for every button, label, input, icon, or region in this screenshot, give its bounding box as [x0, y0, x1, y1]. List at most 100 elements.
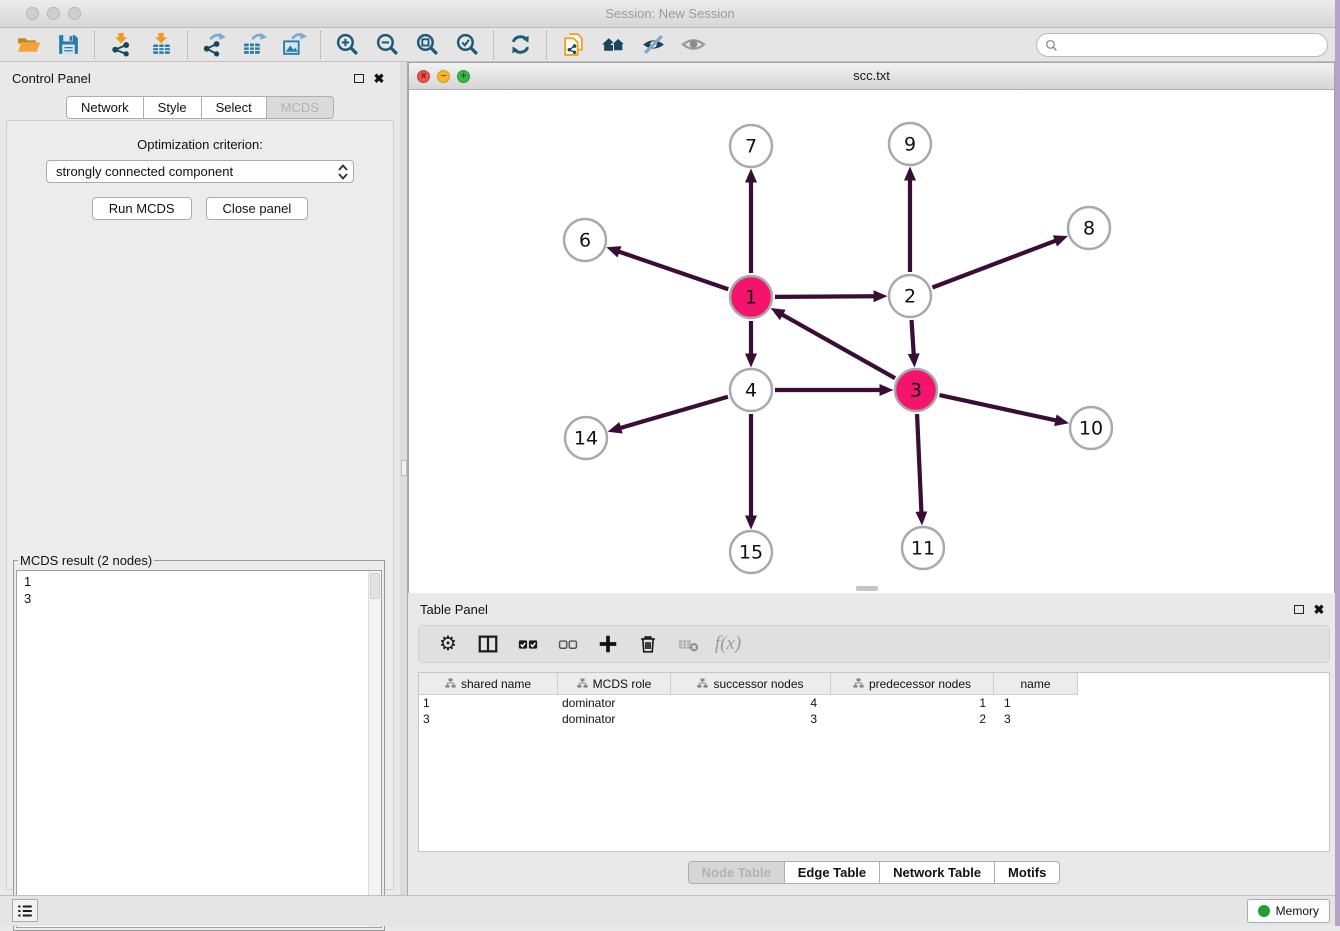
- hide-graphics-button[interactable]: [638, 31, 668, 59]
- result-scrollbar[interactable]: [368, 571, 381, 927]
- tab-edge-table[interactable]: Edge Table: [785, 861, 880, 884]
- graph-node-10[interactable]: 10: [1070, 407, 1112, 449]
- refresh-button[interactable]: [505, 31, 535, 59]
- minimize-window-icon[interactable]: [47, 7, 60, 20]
- graph-node-9[interactable]: 9: [889, 123, 931, 165]
- canvas-scrollbar-handle[interactable]: [856, 586, 878, 591]
- zoom-in-button[interactable]: [332, 31, 362, 59]
- column-header-successor-nodes[interactable]: successor nodes: [671, 673, 831, 695]
- table-settings-button[interactable]: ⚙: [433, 629, 463, 659]
- graph-node-8[interactable]: 8: [1068, 207, 1110, 249]
- graph-node-2[interactable]: 2: [889, 275, 931, 317]
- graph-edge-3-11[interactable]: [917, 414, 921, 513]
- cell-name[interactable]: 1: [994, 695, 1078, 711]
- column-header-mcds-role[interactable]: MCDS role: [558, 673, 671, 695]
- graph-edge-3-10[interactable]: [939, 395, 1056, 420]
- cell-mcds-role[interactable]: dominator: [558, 711, 671, 727]
- network-overview-button[interactable]: [558, 31, 588, 59]
- cell-shared-name[interactable]: 3: [419, 711, 558, 727]
- create-column-button[interactable]: [593, 629, 623, 659]
- graph-node-11[interactable]: 11: [902, 527, 944, 569]
- export-network-button[interactable]: [199, 31, 229, 59]
- export-table-button[interactable]: [239, 31, 269, 59]
- graph-node-7[interactable]: 7: [730, 125, 772, 167]
- mcds-result-list[interactable]: 1 3: [16, 570, 382, 928]
- deselect-all-columns-button[interactable]: [553, 629, 583, 659]
- tab-style[interactable]: Style: [144, 96, 202, 119]
- toolbar-separator: [187, 31, 188, 59]
- cell-predecessor-nodes[interactable]: 2: [831, 711, 994, 727]
- column-header-shared-name[interactable]: shared name: [419, 673, 558, 695]
- result-item: 1: [24, 573, 381, 590]
- close-table-panel-button[interactable]: ✖: [1310, 600, 1328, 618]
- graph-node-3[interactable]: 3: [895, 369, 937, 411]
- tab-select[interactable]: Select: [202, 96, 267, 119]
- cell-mcds-role[interactable]: dominator: [558, 695, 671, 711]
- show-columns-button[interactable]: [473, 629, 503, 659]
- zoom-out-button[interactable]: [372, 31, 402, 59]
- close-panel-push-button[interactable]: Close panel: [206, 197, 309, 220]
- network-window-titlebar[interactable]: × − + scc.txt: [409, 63, 1334, 90]
- close-network-icon[interactable]: ×: [417, 70, 430, 83]
- graph-edge-3-1[interactable]: [781, 314, 895, 378]
- cell-shared-name[interactable]: 1: [419, 695, 558, 711]
- network-graph[interactable]: 7 9 6 8 1 2 4 3 14 10 15 11: [409, 90, 1334, 593]
- splitter-grip[interactable]: [401, 460, 407, 476]
- show-graphics-button[interactable]: [678, 31, 708, 59]
- float-table-panel-button[interactable]: [1290, 600, 1308, 618]
- save-session-button[interactable]: [53, 31, 83, 59]
- import-network-button[interactable]: [106, 31, 136, 59]
- tab-network[interactable]: Network: [66, 96, 144, 119]
- delete-table-button[interactable]: [673, 629, 703, 659]
- gear-icon: ⚙: [439, 634, 457, 654]
- result-scrollbar-thumb[interactable]: [370, 573, 380, 599]
- optimization-criterion-select[interactable]: strongly connected component: [46, 160, 354, 183]
- cell-successor-nodes[interactable]: 4: [671, 695, 831, 711]
- memory-button[interactable]: Memory: [1247, 899, 1330, 923]
- graph-edge-1-2[interactable]: [775, 296, 875, 297]
- minimize-network-icon[interactable]: −: [437, 70, 450, 83]
- application-window: Session: New Session: [0, 0, 1340, 926]
- table-row[interactable]: 1 dominator 4 1 1: [419, 695, 1329, 711]
- run-mcds-button[interactable]: Run MCDS: [92, 197, 192, 220]
- graph-node-1[interactable]: 1: [730, 276, 772, 318]
- graph-node-label: 2: [904, 286, 916, 308]
- float-panel-button[interactable]: [350, 69, 368, 87]
- graph-node-15[interactable]: 15: [730, 531, 772, 573]
- network-view-window: × − + scc.txt 7 9 6 8 1 2 4 3 14 10 15 11: [408, 62, 1335, 593]
- graph-edge-4-14[interactable]: [620, 397, 728, 429]
- export-image-button[interactable]: [279, 31, 309, 59]
- cell-name[interactable]: 3: [994, 711, 1078, 727]
- graph-edge-2-3[interactable]: [912, 320, 914, 355]
- show-task-history-button[interactable]: [12, 899, 38, 922]
- cell-successor-nodes[interactable]: 3: [671, 711, 831, 727]
- tab-motifs[interactable]: Motifs: [995, 861, 1060, 884]
- tab-network-table[interactable]: Network Table: [880, 861, 995, 884]
- delete-column-button[interactable]: [633, 629, 663, 659]
- graph-node-6[interactable]: 6: [564, 219, 606, 261]
- panel-splitter[interactable]: [400, 62, 408, 895]
- import-table-button[interactable]: [146, 31, 176, 59]
- column-header-predecessor-nodes[interactable]: predecessor nodes: [831, 673, 994, 695]
- zoom-selected-button[interactable]: [452, 31, 482, 59]
- column-header-name[interactable]: name: [994, 673, 1078, 695]
- zoom-fit-button[interactable]: [412, 31, 442, 59]
- graph-edge-1-6[interactable]: [618, 251, 728, 289]
- tab-node-table[interactable]: Node Table: [688, 861, 785, 884]
- table-row[interactable]: 3 dominator 3 2 3: [419, 711, 1329, 727]
- select-all-columns-button[interactable]: [513, 629, 543, 659]
- graph-node-14[interactable]: 14: [565, 417, 607, 459]
- graph-node-4[interactable]: 4: [730, 369, 772, 411]
- maximize-network-icon[interactable]: +: [457, 70, 470, 83]
- zoom-window-icon[interactable]: [68, 7, 81, 20]
- function-builder-button[interactable]: f(x): [713, 629, 743, 659]
- search-input[interactable]: [1062, 35, 1327, 55]
- close-window-icon[interactable]: [26, 7, 39, 20]
- graph-edge-2-8[interactable]: [932, 240, 1056, 287]
- tab-mcds[interactable]: MCDS: [267, 96, 334, 119]
- network-canvas[interactable]: 7 9 6 8 1 2 4 3 14 10 15 11: [409, 90, 1334, 593]
- home-networks-button[interactable]: [598, 31, 628, 59]
- close-panel-button[interactable]: ✖: [370, 69, 388, 87]
- open-file-button[interactable]: [13, 31, 43, 59]
- cell-predecessor-nodes[interactable]: 1: [831, 695, 994, 711]
